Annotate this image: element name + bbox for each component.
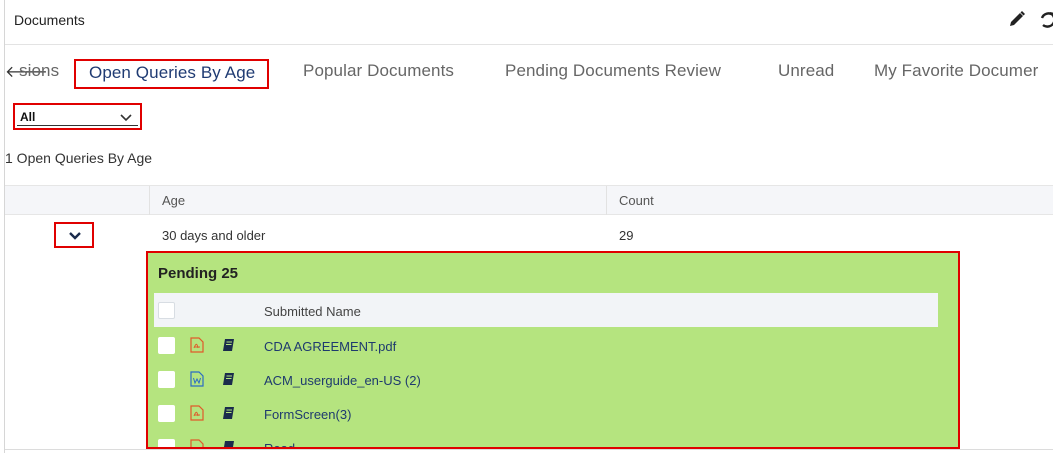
pdf-file-icon (190, 439, 204, 447)
tab-pending-documents-review[interactable]: Pending Documents Review (505, 61, 721, 81)
tab-strip: 🡐 sions Open Queries By Age Popular Docu… (5, 55, 1053, 93)
row-count: 29 (619, 228, 634, 243)
book-icon[interactable] (222, 440, 236, 449)
chevron-down-icon (69, 232, 81, 240)
pdf-file-icon (190, 405, 204, 421)
word-file-icon (190, 371, 204, 387)
pencil-icon[interactable] (1008, 10, 1028, 30)
row-checkbox[interactable] (158, 439, 175, 447)
book-icon[interactable] (222, 406, 236, 420)
row-expand-button[interactable] (54, 222, 94, 248)
divider (5, 449, 1053, 450)
widget-title: Documents (14, 12, 85, 28)
book-icon[interactable] (222, 338, 236, 352)
tab-my-favorite-documents[interactable]: My Favorite Documer (874, 61, 1038, 81)
row-checkbox[interactable] (158, 337, 175, 354)
column-header-age[interactable]: Age (162, 193, 185, 208)
results-summary: 1 Open Queries By Age (5, 150, 153, 166)
row-checkbox[interactable] (158, 405, 175, 422)
tab-popular-documents[interactable]: Popular Documents (303, 61, 454, 81)
widget-header: Documents (5, 0, 1053, 45)
chevron-down-icon (120, 114, 132, 122)
row-age: 30 days and older (162, 228, 266, 243)
book-icon[interactable] (222, 372, 236, 386)
document-name[interactable]: CDA AGREEMENT.pdf (264, 339, 396, 354)
column-header-count[interactable]: Count (619, 193, 654, 208)
tab-unread[interactable]: Unread (778, 61, 834, 81)
document-name[interactable]: ACM_userguide_en-US (2) (264, 373, 421, 388)
list-item: FormScreen(3) (154, 397, 938, 431)
list-item: Read... (154, 431, 938, 449)
document-name[interactable]: Read... (264, 441, 306, 447)
tab-versions[interactable]: sions (19, 61, 59, 81)
age-filter-select[interactable]: All (13, 103, 142, 130)
tab-open-queries-by-age[interactable]: Open Queries By Age (74, 59, 270, 89)
filter-selected-value: All (20, 110, 36, 124)
document-name[interactable]: FormScreen(3) (264, 407, 351, 422)
list-item: ACM_userguide_en-US (2) (154, 363, 938, 397)
documents-widget: Documents 🡐 sions Open Queries By Age Po… (4, 0, 1053, 453)
refresh-icon[interactable] (1039, 10, 1053, 30)
pdf-file-icon (190, 337, 204, 353)
table-header: Age Count (5, 185, 1053, 215)
pending-title: Pending 25 (158, 265, 239, 282)
select-all-checkbox[interactable] (158, 302, 175, 319)
row-checkbox[interactable] (158, 371, 175, 388)
pending-documents-panel: Pending 25 Submitted Name CDA AGREEMENT.… (146, 251, 960, 449)
pending-table-header: Submitted Name (154, 293, 938, 327)
list-item: CDA AGREEMENT.pdf (154, 329, 938, 363)
column-header-submitted-name[interactable]: Submitted Name (264, 304, 361, 319)
table-row: 30 days and older 29 (5, 216, 1053, 252)
